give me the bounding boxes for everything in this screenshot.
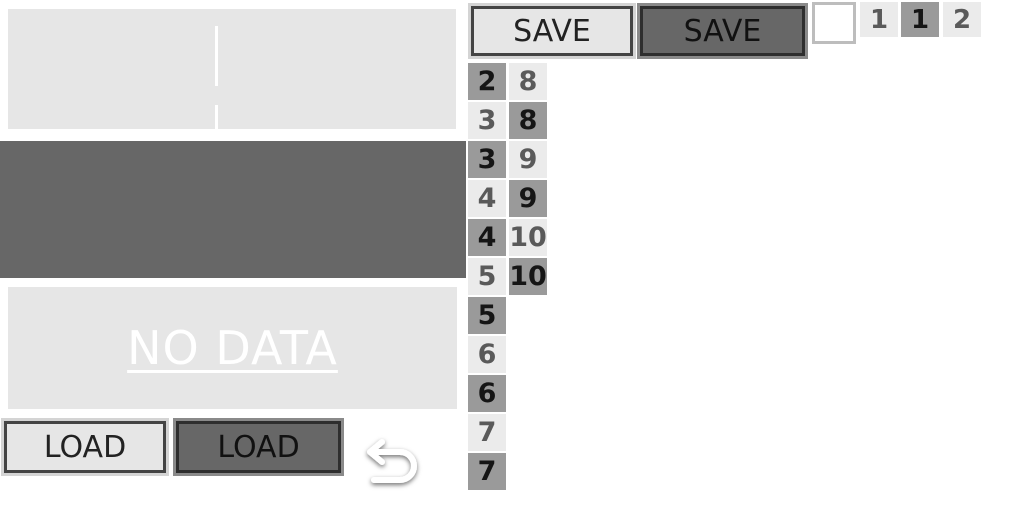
list-item[interactable]: 9 <box>509 141 547 178</box>
list-item[interactable]: 7 <box>468 414 506 451</box>
list-item[interactable]: 8 <box>509 63 547 100</box>
page-tab-1-active[interactable]: 1 <box>901 2 939 37</box>
load-button[interactable]: LOAD <box>1 418 169 476</box>
undo-arrow-icon[interactable] <box>356 432 428 492</box>
no-data-panel: NO DATA <box>8 287 457 409</box>
list-item[interactable]: 4 <box>468 180 506 217</box>
list-item[interactable]: 10 <box>509 258 547 295</box>
list-item[interactable]: 5 <box>468 297 506 334</box>
list-item[interactable]: 10 <box>509 219 547 256</box>
load-button-active[interactable]: LOAD <box>173 418 344 476</box>
list-item[interactable]: 7 <box>468 453 506 490</box>
page-tab-2[interactable]: 2 <box>943 2 981 37</box>
save-button-active[interactable]: SAVE <box>637 3 808 59</box>
no-data-label[interactable]: NO DATA <box>127 321 338 375</box>
list-item[interactable]: 8 <box>509 102 547 139</box>
list-item[interactable]: 6 <box>468 336 506 373</box>
save-button[interactable]: SAVE <box>468 3 636 59</box>
list-item[interactable]: 4 <box>468 219 506 256</box>
slider-thumb[interactable] <box>215 105 218 129</box>
content-area <box>0 141 466 278</box>
list-item[interactable]: 5 <box>468 258 506 295</box>
list-item[interactable]: 3 <box>468 141 506 178</box>
slider-track[interactable] <box>215 26 218 86</box>
list-item[interactable]: 2 <box>468 63 506 100</box>
select-checkbox[interactable] <box>812 2 856 44</box>
list-item[interactable]: 3 <box>468 102 506 139</box>
list-item[interactable]: 6 <box>468 375 506 412</box>
page-tab-1[interactable]: 1 <box>860 2 898 37</box>
list-item[interactable]: 9 <box>509 180 547 217</box>
slider-panel <box>8 9 456 129</box>
